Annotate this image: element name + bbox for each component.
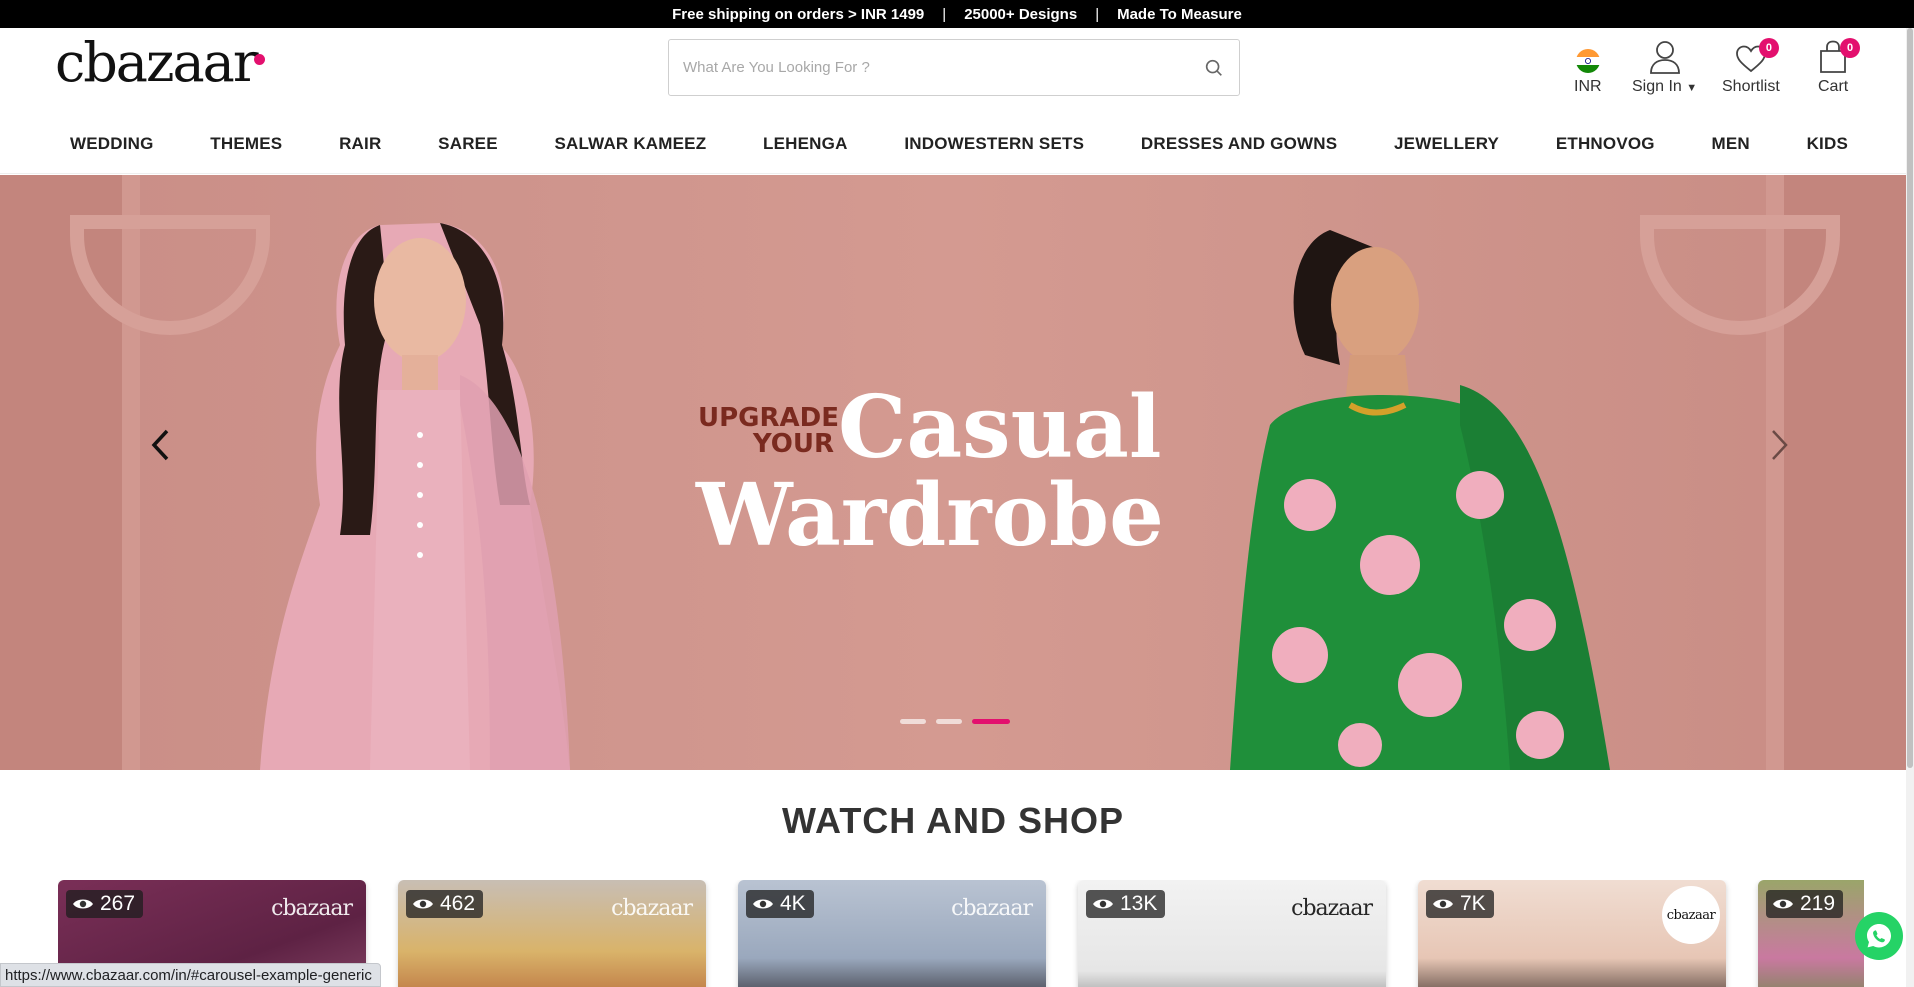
- view-count: 462: [406, 890, 484, 918]
- nav-men[interactable]: MEN: [1711, 134, 1749, 154]
- whatsapp-chat-button[interactable]: [1855, 912, 1903, 960]
- nav-saree[interactable]: SAREE: [438, 134, 498, 154]
- hero-upgrade-your: UPGRADE YOUR: [698, 403, 839, 459]
- nav-lehenga[interactable]: LEHENGA: [763, 134, 848, 154]
- india-flag-icon: [1575, 38, 1601, 74]
- carousel-indicator-3[interactable]: [972, 719, 1010, 724]
- site-logo[interactable]: cbazaar: [55, 36, 265, 90]
- announcement-designs: 25000+ Designs: [964, 5, 1078, 23]
- video-card[interactable]: 4K cbazaar: [738, 880, 1046, 987]
- cbazaar-watermark: cbazaar: [1291, 896, 1373, 921]
- cart-link[interactable]: 0 Cart: [1818, 38, 1861, 96]
- nav-indowestern-sets[interactable]: INDOWESTERN SETS: [904, 134, 1084, 154]
- chevron-right-icon: [1772, 430, 1788, 460]
- logo-dot: [253, 54, 265, 65]
- hero-casual: Casual: [838, 377, 1162, 478]
- eye-icon: [413, 899, 433, 909]
- announcement-made-to-measure: Made To Measure: [1117, 5, 1242, 23]
- page-scrollbar[interactable]: [1906, 28, 1914, 987]
- carousel-indicator-1[interactable]: [900, 719, 926, 724]
- search-icon[interactable]: [1203, 57, 1225, 79]
- carousel-indicator-2[interactable]: [936, 719, 962, 724]
- user-icon: [1649, 38, 1681, 74]
- eye-icon: [1433, 899, 1453, 909]
- nav-rair[interactable]: RAIR: [339, 134, 381, 154]
- sign-in-label: Sign In ▼: [1632, 78, 1698, 95]
- video-card[interactable]: 462 cbazaar: [398, 880, 706, 987]
- nav-kids[interactable]: KIDS: [1807, 134, 1848, 154]
- model-pink-suit-image: [260, 223, 570, 770]
- video-card[interactable]: 7K cbazaar: [1418, 880, 1726, 987]
- scrollbar-thumb[interactable]: [1907, 28, 1913, 768]
- logo-text: cbazaar: [55, 31, 259, 94]
- cbazaar-watermark: cbazaar: [271, 896, 353, 921]
- nav-salwar-kameez[interactable]: SALWAR KAMEEZ: [554, 134, 706, 154]
- view-count: 4K: [746, 890, 814, 918]
- announcement-separator: |: [1095, 5, 1100, 23]
- announcement-bar: Free shipping on orders > INR 1499 | 250…: [0, 0, 1914, 28]
- caret-down-icon: ▼: [1686, 82, 1698, 94]
- currency-selector[interactable]: INR: [1574, 38, 1602, 96]
- nav-dresses-and-gowns[interactable]: DRESSES AND GOWNS: [1141, 134, 1337, 154]
- nav-wedding[interactable]: WEDDING: [70, 134, 154, 154]
- cbazaar-watermark: cbazaar: [1662, 886, 1720, 944]
- eye-icon: [1093, 899, 1113, 909]
- video-card[interactable]: 219: [1758, 880, 1864, 987]
- view-count: 13K: [1086, 890, 1166, 918]
- nav-ethnovog[interactable]: ETHNOVOG: [1556, 134, 1655, 154]
- carousel-indicators: [900, 719, 1010, 724]
- main-nav: WEDDING THEMES RAIR SAREE SALWAR KAMEEZ …: [0, 114, 1906, 174]
- shopping-bag-icon: 0: [1818, 38, 1861, 74]
- nav-themes[interactable]: THEMES: [210, 134, 282, 154]
- shortlist-count-badge: 0: [1758, 38, 1779, 58]
- eye-icon: [1773, 899, 1793, 909]
- cbazaar-watermark: cbazaar: [951, 896, 1033, 921]
- sign-in-menu[interactable]: Sign In ▼: [1632, 38, 1697, 96]
- search-input[interactable]: [683, 59, 1203, 76]
- currency-label: INR: [1574, 78, 1602, 95]
- heart-icon: 0: [1735, 38, 1779, 74]
- cart-count-badge: 0: [1840, 38, 1861, 58]
- cart-label: Cart: [1818, 78, 1849, 95]
- cbazaar-watermark: cbazaar: [611, 896, 693, 921]
- site-header: cbazaar INR: [0, 28, 1906, 114]
- view-count: 219: [1766, 890, 1844, 918]
- announcement-free-shipping: Free shipping on orders > INR 1499: [672, 5, 925, 23]
- whatsapp-icon: [1867, 924, 1891, 948]
- hero-carousel[interactable]: UPGRADE YOUR Casual Wardrobe: [0, 175, 1906, 770]
- view-count: 267: [66, 890, 144, 918]
- model-green-saree-image: [1230, 230, 1610, 770]
- announcement-separator: |: [942, 5, 947, 23]
- carousel-prev-button[interactable]: [140, 415, 180, 475]
- shortlist-link[interactable]: 0 Shortlist: [1722, 38, 1780, 96]
- page: Free shipping on orders > INR 1499 | 250…: [0, 0, 1914, 987]
- eye-icon: [753, 899, 773, 909]
- hero-wardrobe: Wardrobe: [696, 465, 1164, 566]
- video-card[interactable]: 13K cbazaar: [1078, 880, 1386, 987]
- watch-and-shop-title: WATCH AND SHOP: [782, 800, 1124, 841]
- search-box[interactable]: [668, 39, 1240, 96]
- browser-status-url: https://www.cbazaar.com/in/#carousel-exa…: [0, 963, 381, 987]
- shortlist-label: Shortlist: [1722, 78, 1780, 95]
- chevron-left-icon: [151, 429, 169, 461]
- view-count: 7K: [1426, 890, 1494, 918]
- nav-jewellery[interactable]: JEWELLERY: [1394, 134, 1499, 154]
- carousel-next-button[interactable]: [1760, 415, 1800, 475]
- eye-icon: [73, 899, 93, 909]
